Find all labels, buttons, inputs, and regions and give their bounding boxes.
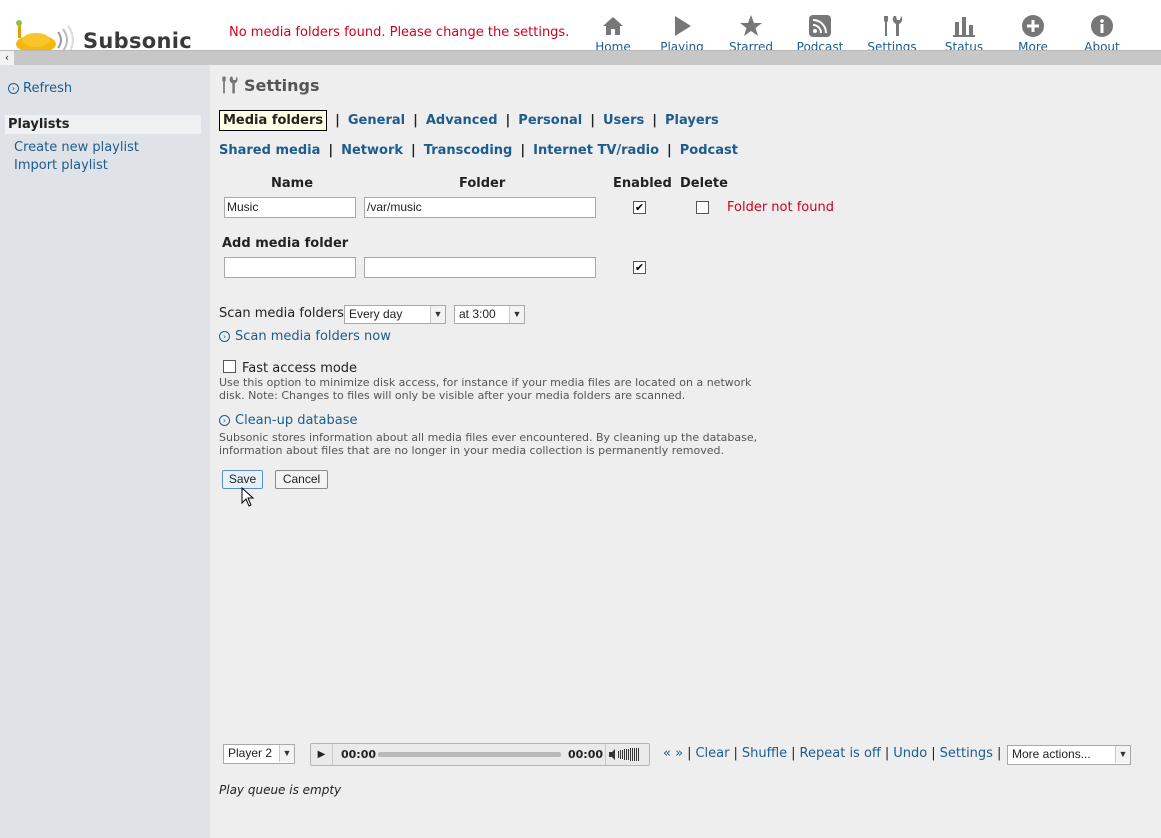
scan-now-link[interactable]: › Scan media folders now xyxy=(219,329,391,344)
column-header-enabled: Enabled xyxy=(613,176,672,191)
current-time: 00:00 xyxy=(341,748,377,761)
tab-transcoding[interactable]: Transcoding xyxy=(424,143,513,158)
subsonic-logo-icon xyxy=(16,20,74,50)
settings-tabs-row-2: Shared media | Network | Transcoding | Interne… xyxy=(219,143,738,158)
fast-access-checkbox[interactable] xyxy=(223,360,236,373)
cleanup-description: Subsonic stores information about all me… xyxy=(219,431,758,457)
tab-personal[interactable]: Personal xyxy=(518,113,582,128)
volume-control[interactable] xyxy=(605,744,649,765)
bar-chart-icon xyxy=(953,17,975,37)
fast-access-label: Fast access mode xyxy=(242,361,358,376)
chevron-down-icon: ▼ xyxy=(430,306,445,323)
chevron-down-icon: ▼ xyxy=(509,306,524,323)
volume-icon xyxy=(609,748,639,761)
undo-link[interactable]: Undo xyxy=(893,746,927,761)
progress-slider[interactable] xyxy=(378,752,561,757)
folder-name-input[interactable]: Music xyxy=(224,197,356,218)
folder-enabled-checkbox[interactable]: ✔ xyxy=(633,201,646,214)
arrow-circle-icon: › xyxy=(219,331,230,342)
cancel-button[interactable]: Cancel xyxy=(275,470,328,489)
import-playlist-link[interactable]: Import playlist xyxy=(14,158,108,173)
folder-path-input[interactable]: /var/music xyxy=(364,197,596,218)
no-media-folders-warning: No media folders found. Please change th… xyxy=(229,25,570,40)
chevron-down-icon: ▼ xyxy=(1115,746,1130,763)
tools-icon xyxy=(884,16,903,36)
add-media-folder-label: Add media folder xyxy=(222,236,349,251)
mouse-cursor-icon xyxy=(241,487,255,507)
column-header-name: Name xyxy=(271,176,314,191)
scan-time-select[interactable]: at 3:00 ▼ xyxy=(454,305,525,324)
player-select[interactable]: Player 2 ▼ xyxy=(223,744,295,764)
settings-tabs-row-1: Media folders | General | Advanced | Personal |… xyxy=(219,110,719,131)
nav-playing[interactable]: Playing xyxy=(647,14,717,50)
player-bar: Player 2 ▼ ▶ 00:00 00:00 « » | Clear | Shuff… xyxy=(210,733,1161,838)
new-folder-name-input[interactable] xyxy=(224,257,356,278)
arrow-circle-icon: › xyxy=(219,415,230,426)
settings-tools-icon xyxy=(222,76,238,94)
queue-status: Play queue is empty xyxy=(219,783,342,797)
page-title: Settings xyxy=(219,75,320,95)
home-icon xyxy=(603,17,623,35)
fast-access-description: Use this option to minimize disk access,… xyxy=(219,376,752,402)
horizontal-scrollbar[interactable]: ‹ xyxy=(0,50,1161,65)
column-header-folder: Folder xyxy=(459,176,506,191)
audio-player: ▶ 00:00 00:00 xyxy=(310,743,650,766)
tab-media-folders[interactable]: Media folders xyxy=(219,110,328,131)
refresh-arrow-icon: › xyxy=(8,83,19,94)
nav-podcast[interactable]: Podcast xyxy=(785,14,855,50)
podcast-icon xyxy=(809,15,831,37)
scan-interval-select[interactable]: Every day ▼ xyxy=(344,305,446,324)
playlists-header: Playlists xyxy=(5,115,201,134)
repeat-link[interactable]: Repeat is off xyxy=(800,746,881,761)
nav-home[interactable]: Home xyxy=(578,14,648,50)
previous-button[interactable]: « xyxy=(663,746,671,761)
total-time: 00:00 xyxy=(568,748,604,761)
star-icon xyxy=(740,15,762,36)
tab-internet-tv-radio[interactable]: Internet TV/radio xyxy=(533,143,659,158)
nav-about[interactable]: About xyxy=(1067,14,1137,50)
folder-delete-checkbox[interactable] xyxy=(696,201,709,214)
nav-settings[interactable]: Settings xyxy=(857,14,927,50)
top-bar: Subsonic No media folders found. Please … xyxy=(0,0,1161,50)
player-settings-link[interactable]: Settings xyxy=(940,746,993,761)
playlist-controls: « » | Clear | Shuffle | Repeat is off | Undo | Set… xyxy=(663,746,1002,761)
refresh-link[interactable]: › Refresh xyxy=(8,81,72,96)
column-header-delete: Delete xyxy=(680,176,728,191)
cleanup-database-link[interactable]: › Clean-up database xyxy=(219,413,357,428)
tab-players[interactable]: Players xyxy=(665,113,719,128)
settings-main: Settings Media folders | General | Advanced |… xyxy=(210,65,1161,733)
next-button[interactable]: » xyxy=(675,746,683,761)
nav-more[interactable]: More xyxy=(998,14,1068,50)
plus-circle-icon xyxy=(1022,15,1044,37)
nav-starred[interactable]: Starred xyxy=(716,14,786,50)
nav-status[interactable]: Status xyxy=(929,14,999,50)
tab-advanced[interactable]: Advanced xyxy=(426,113,498,128)
more-actions-select[interactable]: More actions... ▼ xyxy=(1007,745,1131,765)
tab-shared-media[interactable]: Shared media xyxy=(219,143,320,158)
create-playlist-link[interactable]: Create new playlist xyxy=(14,140,139,155)
chevron-down-icon: ▼ xyxy=(279,745,294,762)
tab-users[interactable]: Users xyxy=(603,113,644,128)
info-icon xyxy=(1091,15,1113,37)
app-name: Subsonic xyxy=(83,29,193,50)
play-icon xyxy=(675,16,691,36)
shuffle-link[interactable]: Shuffle xyxy=(742,746,787,761)
new-folder-path-input[interactable] xyxy=(364,257,596,278)
clear-link[interactable]: Clear xyxy=(695,746,729,761)
play-button[interactable]: ▶ xyxy=(311,744,333,765)
tab-general[interactable]: General xyxy=(348,113,405,128)
tab-network[interactable]: Network xyxy=(341,143,403,158)
tab-podcast[interactable]: Podcast xyxy=(680,143,738,158)
left-panel: › Refresh Playlists Create new playlist I… xyxy=(0,65,210,838)
scroll-left-arrow-icon[interactable]: ‹ xyxy=(0,51,14,65)
scan-media-folders-label: Scan media folders xyxy=(219,306,344,321)
new-folder-enabled-checkbox[interactable]: ✔ xyxy=(633,261,646,274)
folder-status-error: Folder not found xyxy=(727,200,834,215)
